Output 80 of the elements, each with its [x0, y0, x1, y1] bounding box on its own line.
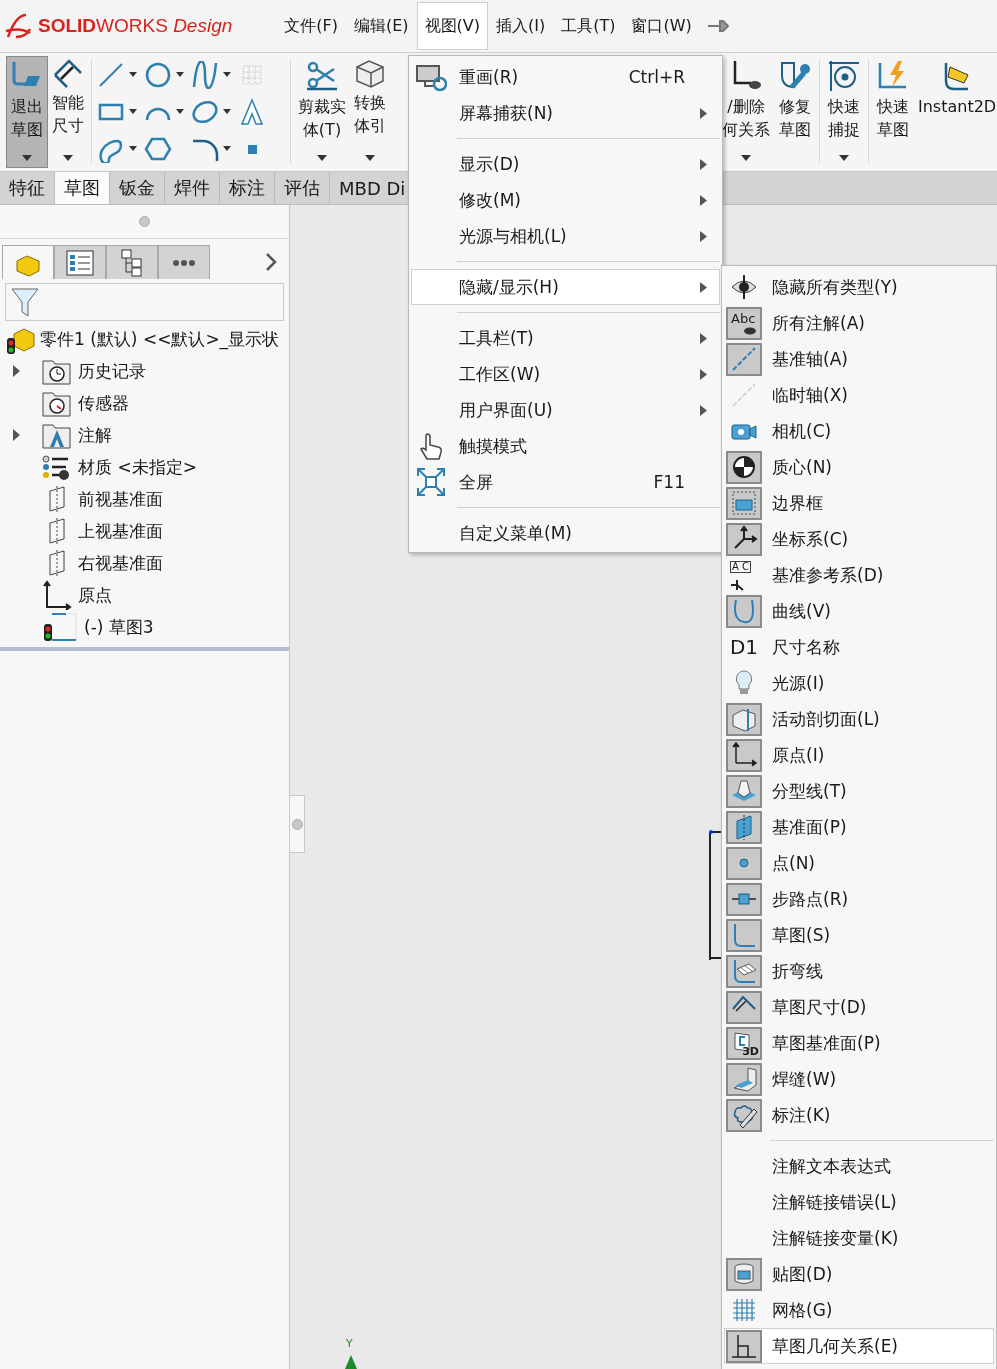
- menu-item[interactable]: 草图尺寸(D): [724, 989, 994, 1025]
- menu-item[interactable]: 网格(G): [724, 1292, 994, 1328]
- three-d-glyph: 3D: [742, 1045, 759, 1057]
- menu-item[interactable]: 草图(S): [724, 917, 994, 953]
- menu-bar-item[interactable]: 插入(I): [488, 2, 554, 50]
- ribbon-tab[interactable]: 标注: [220, 172, 275, 204]
- tree-item-label[interactable]: (-) 草图3: [84, 615, 154, 639]
- menu-bar-item[interactable]: 视图(V): [416, 2, 488, 50]
- frame-letters-glyph: A C: [730, 560, 751, 573]
- tree-item-label[interactable]: 上视基准面: [78, 519, 163, 543]
- ribbon-button[interactable]: 修复 草图: [774, 56, 816, 168]
- ribbon-tab[interactable]: 焊件: [165, 172, 220, 204]
- menu-item[interactable]: 触摸模式: [411, 428, 720, 464]
- menu-item[interactable]: 分型线(T): [724, 773, 994, 809]
- ribbon-button[interactable]: 智能 尺寸: [48, 56, 88, 168]
- menu-item[interactable]: A C 基准参考系(D): [724, 557, 994, 593]
- shown-toggle[interactable]: 3D: [726, 1026, 762, 1060]
- icon-slot[interactable]: D1: [726, 630, 762, 664]
- menu-item[interactable]: 临时轴(X): [724, 377, 994, 413]
- tree-item-label[interactable]: 原点: [78, 583, 112, 607]
- shown-toggle[interactable]: Abc: [726, 306, 762, 340]
- tree-item-label[interactable]: 历史记录: [78, 359, 146, 383]
- menu-item[interactable]: 光源(I): [724, 665, 994, 701]
- ribbon-button[interactable]: 转换 体引: [350, 56, 390, 168]
- ribbon-button[interactable]: 快速 草图: [872, 56, 914, 168]
- menu-bar-item[interactable]: 窗口(W): [623, 2, 700, 50]
- menu-item[interactable]: 基准轴(A): [724, 341, 994, 377]
- menu-item[interactable]: 隐藏所有类型(Y): [724, 269, 994, 305]
- ribbon-tab[interactable]: 评估: [275, 172, 330, 204]
- menu-item[interactable]: 屏幕捕获(N): [411, 95, 720, 131]
- tree-item-label[interactable]: 前视基准面: [78, 487, 163, 511]
- menu-item[interactable]: 曲线(V): [724, 593, 994, 629]
- menu-bar-item[interactable]: 文件(F): [276, 2, 346, 50]
- menu-item[interactable]: 标注(K): [724, 1097, 994, 1133]
- app-logo-text: SOLIDWORKS Design: [38, 15, 233, 37]
- menu-item[interactable]: 工作区(W): [411, 356, 720, 392]
- menu-item[interactable]: 全屏 F11: [411, 464, 720, 500]
- ribbon-tab[interactable]: 钣金: [110, 172, 165, 204]
- menu-item[interactable]: 工具栏(T): [411, 320, 720, 356]
- menu-item[interactable]: 贴图(D): [724, 1256, 994, 1292]
- menu-item[interactable]: 点(N): [724, 845, 994, 881]
- menu-item[interactable]: 相机(C): [724, 413, 994, 449]
- tree-item-label[interactable]: 传感器: [78, 391, 129, 415]
- tree-root-label[interactable]: 零件1 (默认) <<默认>_显示状: [40, 327, 280, 351]
- ribbon-tab[interactable]: 草图: [55, 172, 110, 204]
- menu-item[interactable]: D1 尺寸名称: [724, 629, 994, 665]
- menu-item[interactable]: 步路点(R): [724, 881, 994, 917]
- menu-item[interactable]: 自定义菜单(M): [411, 515, 720, 551]
- ribbon-button[interactable]: /删除 何关系: [718, 56, 774, 168]
- tree-item-label[interactable]: 右视基准面: [78, 551, 163, 575]
- ribbon-button[interactable]: 退出 草图: [6, 56, 48, 168]
- menu-item[interactable]: 活动剖切面(L): [724, 701, 994, 737]
- menu-item[interactable]: 质心(N): [724, 449, 994, 485]
- menu-item[interactable]: 注解链接错误(L): [724, 1184, 994, 1220]
- abc-glyph: Abc: [731, 311, 756, 325]
- menu-item[interactable]: 3D 草图基准面(P): [724, 1025, 994, 1061]
- menu-item[interactable]: 用户界面(U): [411, 392, 720, 428]
- tree-item-label[interactable]: 材质 <未指定>: [78, 455, 197, 479]
- menu-item[interactable]: 草图几何关系(E): [724, 1328, 994, 1364]
- menu-item[interactable]: 折弯线: [724, 953, 994, 989]
- ribbon-button[interactable]: Instant2D: [914, 56, 997, 168]
- y-axis-label: Y: [346, 1337, 353, 1350]
- menu-item[interactable]: 光源与相机(L): [411, 218, 720, 254]
- menu-item[interactable]: 重画(R) Ctrl+R: [411, 59, 720, 95]
- menu-item[interactable]: 注解链接变量(K): [724, 1220, 994, 1256]
- tree-item-label[interactable]: 注解: [78, 423, 112, 447]
- menu-item[interactable]: 边界框: [724, 485, 994, 521]
- menu-item[interactable]: 焊缝(W): [724, 1061, 994, 1097]
- ribbon-button[interactable]: 快速 捕捉: [823, 56, 865, 168]
- ribbon-button[interactable]: 剪裁实 体(T): [294, 56, 350, 168]
- dimension-name-glyph: D1: [729, 637, 759, 657]
- menu-bar-item[interactable]: 工具(T): [553, 2, 624, 50]
- menu-item[interactable]: 注解文本表达式: [724, 1148, 994, 1184]
- menu-item[interactable]: 坐标系(C): [724, 521, 994, 557]
- menu-item[interactable]: 隐藏/显示(H): [411, 269, 720, 305]
- menu-item[interactable]: 基准面(P): [724, 809, 994, 845]
- icon-slot[interactable]: A C: [726, 558, 762, 592]
- menu-item[interactable]: 原点(I): [724, 737, 994, 773]
- menu-item[interactable]: Abc 所有注解(A): [724, 305, 994, 341]
- menu-bar-item[interactable]: 编辑(E): [345, 2, 417, 50]
